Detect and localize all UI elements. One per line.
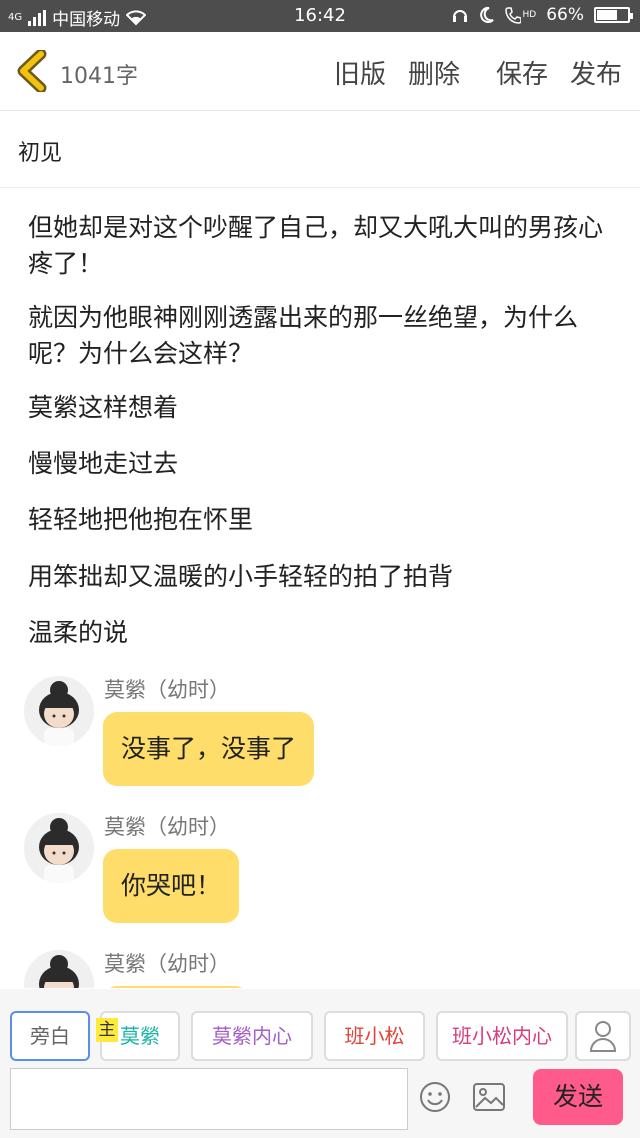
speech-bubble: 你哭吧！ bbox=[103, 849, 240, 923]
speaker-name: 莫縈（幼时） bbox=[104, 678, 230, 702]
status-bar: 4G 中国移动 16:42 HD 66% bbox=[0, 0, 640, 32]
main-character-badge: 主 bbox=[96, 1018, 118, 1042]
avatar bbox=[24, 950, 94, 988]
role-label: 莫縈内心 bbox=[212, 1024, 292, 1048]
paragraph: 但她却是对这个吵醒了自己，却又大吼大叫的男孩心疼了！ bbox=[28, 213, 604, 278]
back-arrow-icon[interactable] bbox=[14, 50, 54, 92]
role-label: 班小松 bbox=[344, 1024, 405, 1048]
paragraph: 轻轻地把他抱在怀里 bbox=[28, 505, 254, 534]
image-icon[interactable] bbox=[472, 1081, 506, 1113]
emoji-icon[interactable] bbox=[419, 1081, 451, 1113]
word-count: 1041字 bbox=[60, 64, 138, 89]
chapter-title: 初见 bbox=[18, 141, 63, 166]
paragraph: 莫縈这样想着 bbox=[28, 393, 179, 422]
role-label: 莫縈 bbox=[120, 1024, 160, 1048]
old-version-button[interactable]: 旧版 bbox=[334, 54, 386, 91]
paragraph: 就因为他眼神刚刚透露出来的那一丝绝望，为什么呢？为什么会这样？ bbox=[28, 303, 579, 368]
send-button[interactable]: 发送 bbox=[533, 1069, 623, 1125]
header-actions: 旧版 删除 保存 发布 bbox=[312, 54, 622, 91]
paragraph: 慢慢地走过去 bbox=[28, 449, 179, 478]
message-input[interactable] bbox=[10, 1068, 408, 1130]
speaker-name: 莫縈（幼时） bbox=[104, 952, 230, 976]
battery-percent: 66% bbox=[546, 5, 584, 25]
hd-label: HD bbox=[522, 10, 537, 20]
delete-button[interactable]: 删除 bbox=[408, 54, 460, 91]
battery-icon bbox=[594, 7, 633, 23]
add-role-button[interactable] bbox=[575, 1011, 631, 1061]
speech-bubble: 没事了，没事了 bbox=[103, 712, 315, 786]
moon-icon bbox=[479, 6, 494, 23]
speech-bubble bbox=[103, 986, 249, 988]
headset-icon bbox=[452, 10, 467, 22]
role-label: 旁白 bbox=[30, 1024, 70, 1048]
save-button[interactable]: 保存 bbox=[496, 54, 548, 91]
editor-header: 1041字 旧版 删除 保存 发布 bbox=[0, 32, 640, 111]
role-chip-ban-inner[interactable]: 班小松内心 bbox=[436, 1011, 568, 1061]
avatar bbox=[24, 676, 94, 746]
person-icon bbox=[589, 1021, 617, 1052]
story-content[interactable]: 但她却是对这个吵醒了自己，却又大吼大叫的男孩心疼了！ 就因为他眼神刚刚透露出来的… bbox=[0, 188, 640, 988]
publish-button[interactable]: 发布 bbox=[570, 54, 622, 91]
hd-call-icon: HD bbox=[504, 6, 537, 24]
paragraph: 用笨拙却又温暖的小手轻轻的拍了拍背 bbox=[28, 562, 454, 591]
role-chip-mo-inner[interactable]: 莫縈内心 bbox=[191, 1011, 313, 1061]
role-chip-ban[interactable]: 班小松 bbox=[324, 1011, 425, 1061]
chapter-title-row[interactable]: 初见 bbox=[0, 111, 640, 188]
input-bar: 发送 bbox=[0, 1063, 640, 1138]
speaker-name: 莫縈（幼时） bbox=[104, 815, 230, 839]
avatar bbox=[24, 813, 94, 883]
role-label: 班小松内心 bbox=[452, 1024, 552, 1048]
role-chip-narration[interactable]: 旁白 bbox=[10, 1011, 90, 1061]
status-right: HD 66% bbox=[451, 5, 633, 25]
paragraph: 温柔的说 bbox=[28, 618, 129, 647]
